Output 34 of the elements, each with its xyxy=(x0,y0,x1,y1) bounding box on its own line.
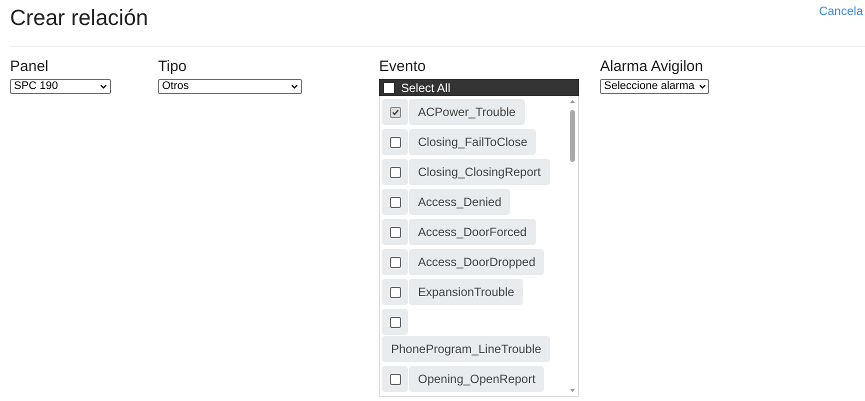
checkbox[interactable] xyxy=(390,316,400,328)
chevron-down-icon xyxy=(100,84,107,89)
checkbox[interactable] xyxy=(390,286,400,298)
page-title: Crear relación xyxy=(10,5,148,31)
checkbox[interactable] xyxy=(390,256,400,268)
field-label: Alarma Avigilon xyxy=(600,58,704,76)
select-all-label: Select All xyxy=(401,80,450,94)
type-dropdown[interactable]: Otros xyxy=(158,79,302,94)
checkbox[interactable] xyxy=(390,166,400,178)
chevron-down-icon xyxy=(291,84,298,89)
field-label: Evento xyxy=(379,58,426,76)
checkbox[interactable] xyxy=(390,106,400,118)
select-all-checkbox[interactable] xyxy=(384,82,394,92)
checkbox[interactable] xyxy=(390,374,400,384)
event-option[interactable]: Access_Denied xyxy=(409,189,510,215)
checkbox[interactable] xyxy=(390,226,400,238)
event-option[interactable]: Opening_OpenReport xyxy=(409,366,544,392)
event-option[interactable]: ExpansionTrouble xyxy=(409,279,524,305)
event-option[interactable]: ACPower_Trouble xyxy=(409,99,525,125)
checkbox[interactable] xyxy=(390,196,400,208)
field-label: Panel xyxy=(10,58,48,76)
event-option[interactable]: PhoneProgram_LineTrouble xyxy=(382,336,550,362)
check-icon xyxy=(390,108,400,116)
chevron-down-icon xyxy=(699,84,706,89)
event-option[interactable]: Access_DoorForced xyxy=(409,219,536,245)
event-option[interactable]: Closing_ClosingReport xyxy=(409,159,550,185)
event-option[interactable]: Closing_FailToClose xyxy=(409,129,536,155)
checkbox[interactable] xyxy=(390,136,400,148)
scroll-up-icon[interactable] xyxy=(569,99,576,104)
event-option[interactable]: Access_DoorDropped xyxy=(409,249,544,275)
scroll-down-icon[interactable] xyxy=(569,388,576,393)
panel-dropdown[interactable]: SPC 190 xyxy=(10,79,111,94)
alarm-dropdown[interactable]: Seleccione alarma xyxy=(600,79,709,94)
field-label: Tipo xyxy=(158,58,187,76)
